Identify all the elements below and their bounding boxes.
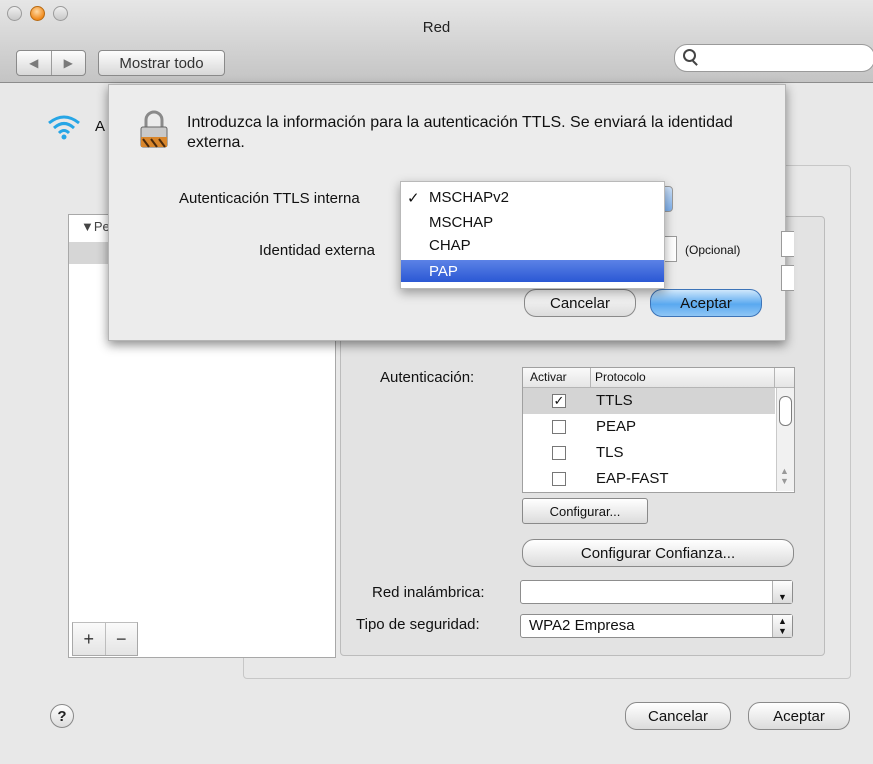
auth-row-checkbox[interactable] bbox=[552, 446, 566, 460]
security-type-label: Tipo de seguridad: bbox=[356, 616, 480, 633]
auth-row-checkbox[interactable] bbox=[552, 472, 566, 486]
table-row[interactable]: ✓ TTLS bbox=[523, 388, 775, 414]
search-field[interactable] bbox=[674, 44, 873, 72]
profiles-list-header: ▼Pe bbox=[81, 219, 110, 234]
title-bar: Red ◀ ▶ Mostrar todo bbox=[0, 0, 873, 83]
search-icon bbox=[683, 49, 696, 62]
menu-item-mschapv2[interactable]: ✓ MSCHAPv2 bbox=[401, 186, 664, 208]
wireless-network-popup[interactable]: ▼ bbox=[520, 580, 793, 604]
lock-icon bbox=[139, 109, 169, 149]
table-row[interactable]: PEAP bbox=[523, 414, 775, 440]
airport-wifi-icon bbox=[46, 113, 86, 143]
menu-item-chap[interactable]: CHAP bbox=[401, 234, 664, 256]
inner-auth-menu: ✓ MSCHAPv2 MSCHAP CHAP PAP bbox=[400, 181, 665, 289]
configure-button[interactable]: Configurar... bbox=[522, 498, 648, 524]
network-preferences-window: Red ◀ ▶ Mostrar todo A ▼Pe + − Autentica… bbox=[0, 0, 873, 764]
popup-stepper-icon: ▲ ▼ bbox=[772, 615, 792, 637]
sheet-message: Introduzca la información para la autent… bbox=[187, 114, 733, 151]
back-button[interactable]: ◀ bbox=[17, 51, 51, 75]
auth-row-protocol: EAP-FAST bbox=[596, 470, 669, 487]
menu-item-label: MSCHAP bbox=[429, 214, 494, 231]
back-forward-group: ◀ ▶ bbox=[16, 50, 86, 76]
add-profile-button[interactable]: + bbox=[73, 623, 105, 655]
checkmark-icon: ✓ bbox=[407, 190, 420, 207]
forward-button[interactable]: ▶ bbox=[50, 51, 86, 75]
column-separator bbox=[590, 368, 591, 387]
background-field-edge bbox=[781, 231, 794, 257]
authentication-scrollbar[interactable]: ▲ ▼ bbox=[776, 388, 794, 491]
sheet-accept-button[interactable]: Aceptar bbox=[650, 289, 762, 317]
column-header-activar[interactable]: Activar bbox=[530, 370, 567, 384]
back-arrow-icon: ◀ bbox=[29, 56, 39, 70]
scrollbar-thumb[interactable] bbox=[779, 396, 792, 426]
table-row[interactable]: EAP-FAST bbox=[523, 466, 775, 492]
menu-item-label: CHAP bbox=[429, 237, 471, 254]
auth-row-protocol: TTLS bbox=[596, 392, 633, 409]
airport-service-label: A bbox=[95, 118, 106, 135]
accept-button[interactable]: Aceptar bbox=[748, 702, 850, 730]
column-header-protocolo[interactable]: Protocolo bbox=[595, 370, 646, 384]
popup-arrow-icon: ▼ bbox=[772, 581, 792, 603]
security-type-popup[interactable]: WPA2 Empresa ▲ ▼ bbox=[520, 614, 793, 638]
window-title: Red bbox=[422, 19, 451, 36]
auth-row-protocol: TLS bbox=[596, 444, 624, 461]
inner-auth-label: Autenticación TTLS interna bbox=[179, 190, 360, 207]
column-separator bbox=[774, 368, 775, 387]
outer-identity-label: Identidad externa bbox=[259, 242, 375, 259]
cancel-button[interactable]: Cancelar bbox=[625, 702, 731, 730]
menu-item-pap[interactable]: PAP bbox=[401, 260, 664, 282]
menu-item-mschap[interactable]: MSCHAP bbox=[401, 211, 664, 233]
show-all-button[interactable]: Mostrar todo bbox=[98, 50, 225, 76]
background-field-edge bbox=[781, 265, 794, 291]
security-type-value: WPA2 Empresa bbox=[529, 617, 635, 634]
scroll-arrows-icon[interactable]: ▲ ▼ bbox=[780, 466, 789, 486]
remove-profile-button[interactable]: − bbox=[104, 623, 138, 655]
auth-row-checkbox[interactable] bbox=[552, 420, 566, 434]
menu-item-label: PAP bbox=[429, 263, 458, 280]
authentication-table-header: Activar Protocolo bbox=[523, 368, 794, 388]
table-row[interactable]: TLS bbox=[523, 440, 775, 466]
authentication-label: Autenticación: bbox=[380, 369, 475, 386]
auth-row-protocol: PEAP bbox=[596, 418, 637, 435]
sheet-cancel-button[interactable]: Cancelar bbox=[524, 289, 636, 317]
help-button[interactable]: ? bbox=[50, 704, 74, 728]
wireless-network-label: Red inalámbrica: bbox=[372, 584, 485, 601]
auth-row-checkbox[interactable]: ✓ bbox=[552, 394, 566, 408]
menu-item-label: MSCHAPv2 bbox=[429, 189, 510, 206]
configure-trust-button[interactable]: Configurar Confianza... bbox=[522, 539, 794, 567]
authentication-table[interactable]: Activar Protocolo ✓ TTLS PEAP TLS EAP-FA… bbox=[522, 367, 795, 493]
optional-label: (Opcional) bbox=[685, 243, 741, 257]
forward-arrow-icon: ▶ bbox=[63, 56, 73, 70]
profiles-add-remove: + − bbox=[72, 622, 138, 656]
